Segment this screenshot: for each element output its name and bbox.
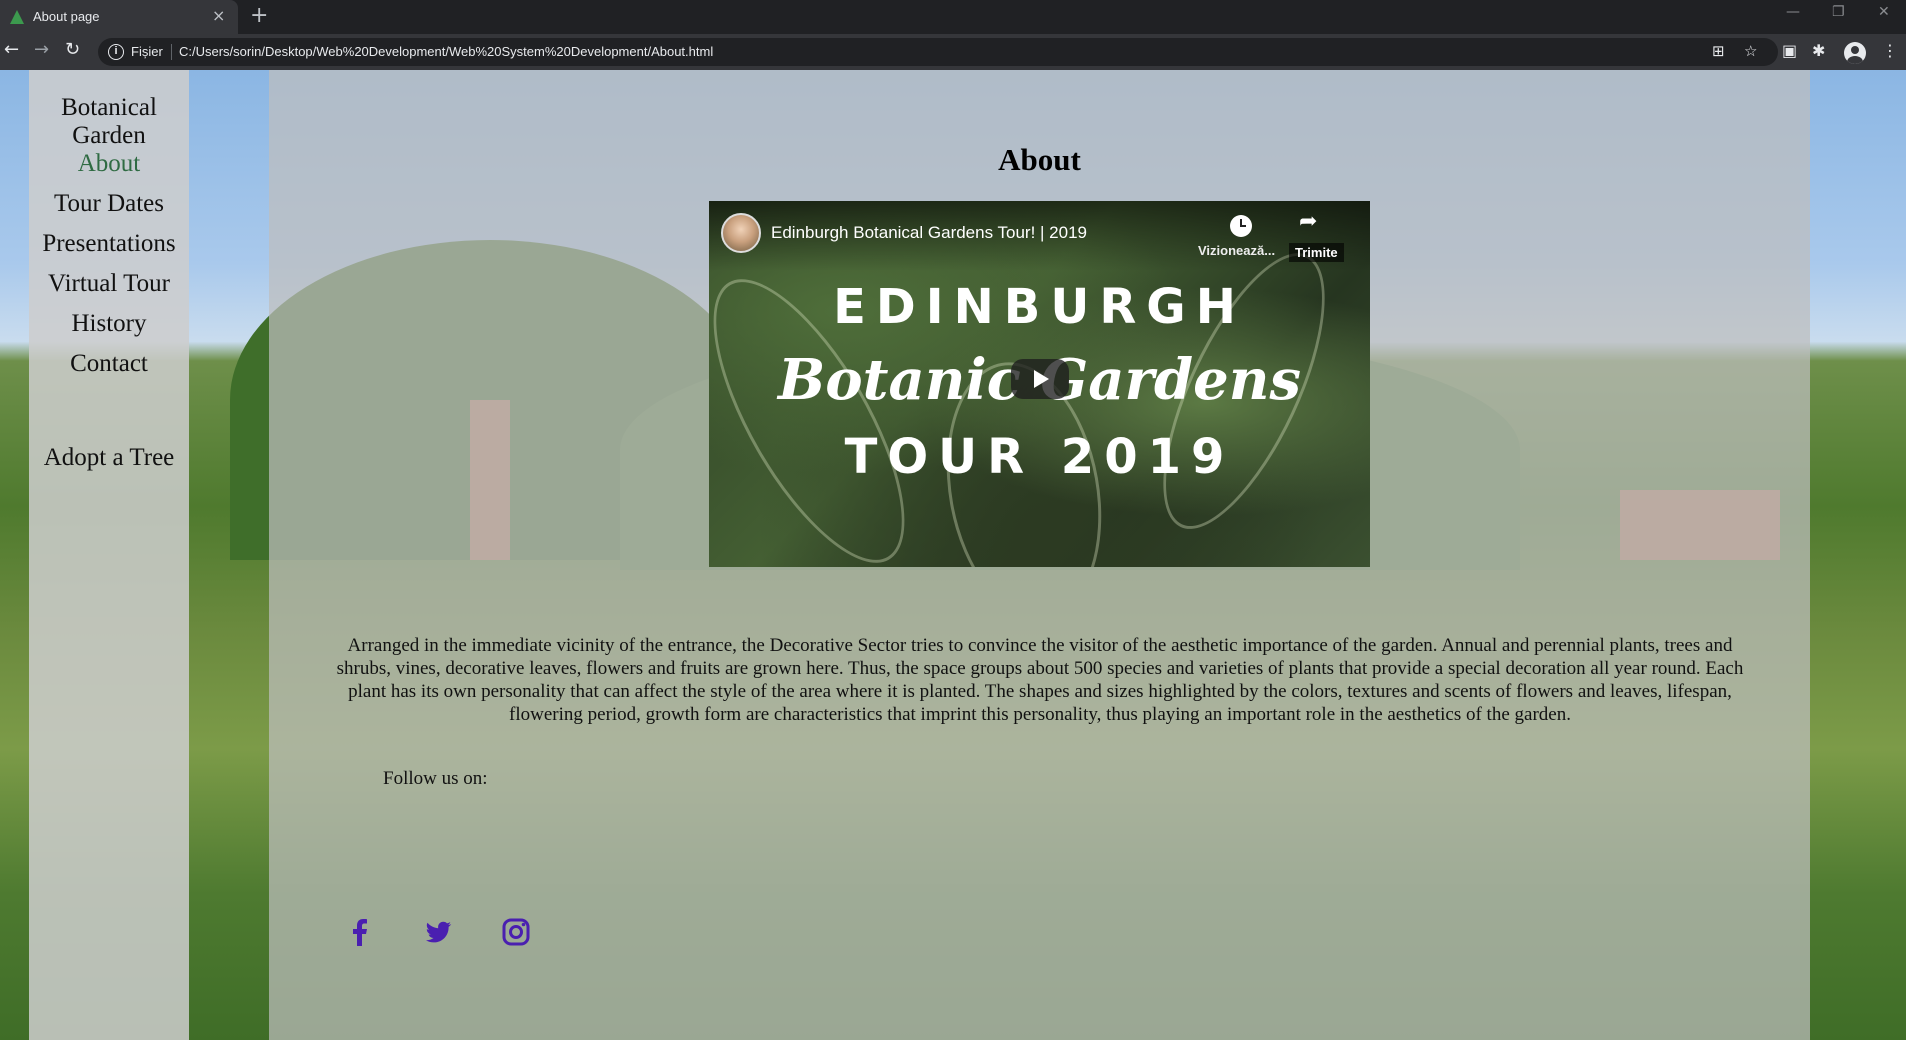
facebook-icon[interactable] [344,916,376,948]
watch-later-label[interactable]: Vizionează... [1198,243,1275,258]
sidebar-item-tour-dates[interactable]: Tour Dates [29,189,189,219]
new-tab-button[interactable]: + [250,3,268,28]
translate-icon[interactable]: ⊞ [1712,42,1725,60]
profile-avatar-icon[interactable] [1844,42,1866,64]
share-arrow-icon[interactable]: ➦ [1299,209,1317,234]
kebab-menu-icon[interactable]: ⋮ [1882,41,1898,60]
reload-icon[interactable]: ↻ [65,39,80,60]
url-text[interactable]: C:/Users/sorin/Desktop/Web%20Development… [179,44,713,59]
sidebar-item-about[interactable]: About [29,149,189,179]
page-title: About [998,142,1081,177]
play-button-icon[interactable] [1011,359,1069,399]
site-title-line1: Botanical [61,94,157,121]
sidebar-item-virtual-tour[interactable]: Virtual Tour [29,269,189,299]
tab-about-page[interactable]: About page × [0,0,238,34]
scheme-label: Fișier [131,44,163,59]
about-description: Arranged in the immediate vicinity of th… [336,635,1744,725]
sidebar-item-contact[interactable]: Contact [29,349,189,379]
video-title[interactable]: Edinburgh Botanical Gardens Tour! | 2019 [771,223,1087,243]
sidebar-item-adopt-a-tree[interactable]: Adopt a Tree [29,443,189,473]
thumbnail-text-line1: EDINBURGH [833,279,1246,335]
minimize-button[interactable]: — [1786,4,1800,20]
embedded-video-player[interactable]: Edinburgh Botanical Gardens Tour! | 2019… [709,201,1370,567]
site-title: Botanical Garden [29,94,189,150]
browser-toolbar: ← → ↻ i Fișier C:/Users/sorin/Desktop/We… [0,34,1906,70]
thumbnail-text-line3: TOUR 2019 [844,429,1235,485]
bookmark-star-icon[interactable]: ☆ [1744,42,1757,60]
share-label[interactable]: Trimite [1289,243,1344,262]
info-icon[interactable]: i [108,44,124,60]
restore-button[interactable]: ❐ [1832,4,1845,20]
forward-arrow-icon[interactable]: → [34,39,49,60]
back-arrow-icon[interactable]: ← [4,39,19,60]
address-bar[interactable]: i Fișier C:/Users/sorin/Desktop/Web%20De… [98,38,1778,66]
tab-close-icon[interactable]: × [212,6,225,26]
close-window-button[interactable]: ✕ [1878,4,1890,20]
extension-acrobat-icon[interactable]: ▣ [1782,41,1797,60]
omnibox-divider [171,44,172,60]
tree-favicon-icon [10,10,24,24]
extensions-puzzle-icon[interactable]: ✱ [1812,41,1825,60]
twitter-icon[interactable] [422,916,454,948]
site-title-line2: Garden [72,122,146,149]
page-viewport: Botanical Garden About Tour Dates Presen… [0,70,1906,1040]
follow-us-label: Follow us on: [383,768,488,789]
sidebar-item-history[interactable]: History [29,309,189,339]
tab-strip: About page × + — ❐ ✕ [0,0,1906,34]
sidebar-item-presentations[interactable]: Presentations [29,229,189,259]
tab-title: About page [33,9,100,24]
channel-avatar[interactable] [721,213,761,253]
instagram-icon[interactable] [500,916,532,948]
watch-later-clock-icon[interactable] [1230,215,1252,237]
